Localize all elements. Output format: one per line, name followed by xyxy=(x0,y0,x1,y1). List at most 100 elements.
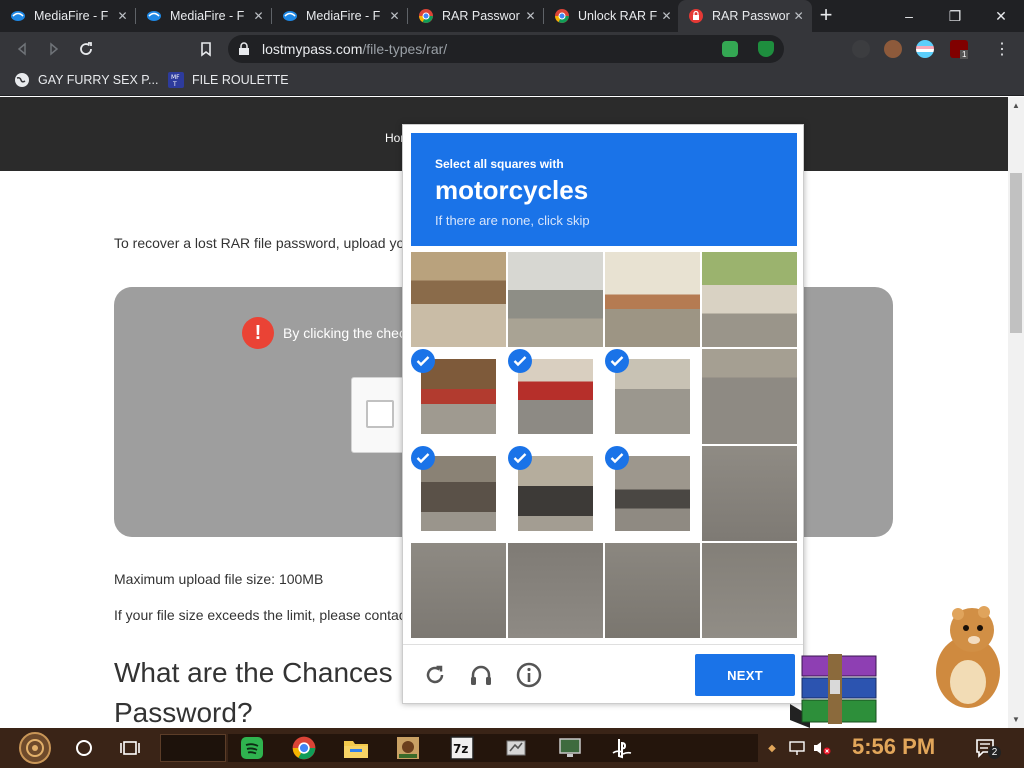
close-icon[interactable]: ✕ xyxy=(251,9,266,23)
tab-label: RAR Passwor xyxy=(712,9,790,23)
tab-label: MediaFire - F xyxy=(306,9,381,23)
checkmark-icon xyxy=(508,446,532,470)
captcha-tile[interactable] xyxy=(605,349,700,444)
hamster-icon[interactable] xyxy=(920,600,1010,710)
tab-mediafire-3[interactable]: MediaFire - F ✕ xyxy=(272,0,408,32)
captcha-tile[interactable] xyxy=(411,446,506,541)
captcha-tile[interactable] xyxy=(508,349,603,444)
volume-button[interactable] xyxy=(810,732,834,764)
checkmark-icon xyxy=(605,446,629,470)
scrollbar-thumb[interactable] xyxy=(1010,173,1022,333)
volume-muted-icon xyxy=(814,742,831,755)
playstation-button[interactable] xyxy=(606,732,638,764)
captcha-tile[interactable] xyxy=(411,252,506,347)
close-icon[interactable]: ✕ xyxy=(115,9,130,23)
lostmypass-icon xyxy=(689,9,703,23)
extension-puzzle-icon[interactable] xyxy=(852,40,870,58)
mediafire-icon xyxy=(11,11,25,21)
tool-button[interactable] xyxy=(500,732,532,764)
minimize-button[interactable]: – xyxy=(886,0,932,32)
reload-icon[interactable] xyxy=(421,661,449,689)
shield-icon[interactable] xyxy=(758,41,774,57)
captcha-tile[interactable] xyxy=(702,349,797,444)
audio-icon[interactable] xyxy=(467,661,495,689)
close-icon[interactable]: ✕ xyxy=(791,9,806,23)
page-scrollbar[interactable]: ▲ ▼ xyxy=(1008,97,1024,728)
avatar-extension-icon[interactable] xyxy=(884,40,902,58)
tile-image xyxy=(411,543,506,638)
tile-image xyxy=(605,543,700,638)
captcha-tile[interactable] xyxy=(411,543,506,638)
size-limit-note: If your file size exceeds the limit, ple… xyxy=(114,607,406,623)
flag-extension-icon[interactable] xyxy=(916,40,934,58)
captcha-tile[interactable] xyxy=(702,252,797,347)
info-icon[interactable] xyxy=(515,661,543,689)
close-icon[interactable]: ✕ xyxy=(523,9,538,23)
bookmark-icon xyxy=(201,42,211,57)
captcha-tile[interactable] xyxy=(411,349,506,444)
start-button[interactable] xyxy=(14,732,56,764)
captcha-tile[interactable] xyxy=(508,252,603,347)
taskbar-search-box[interactable] xyxy=(160,734,226,762)
scroll-up-icon[interactable]: ▲ xyxy=(1012,101,1020,110)
tile-image xyxy=(605,252,700,347)
captcha-tile[interactable] xyxy=(605,252,700,347)
next-button[interactable]: NEXT xyxy=(695,654,795,696)
restore-button[interactable]: ❐ xyxy=(932,0,978,32)
svg-text:T: T xyxy=(172,81,177,88)
scroll-down-icon[interactable]: ▼ xyxy=(1012,715,1020,724)
task-view-button[interactable] xyxy=(114,732,146,764)
tab-label: MediaFire - F xyxy=(34,9,109,23)
captcha-tile[interactable] xyxy=(702,543,797,638)
tile-image xyxy=(702,446,797,541)
bookmark-star-button[interactable] xyxy=(194,37,218,61)
tile-image xyxy=(615,359,690,434)
tab-mediafire-2[interactable]: MediaFire - F ✕ xyxy=(136,0,272,32)
browser-toolbar: lostmypass.com/file-types/rar/ 1 ⋮ xyxy=(0,32,1024,66)
captcha-tile[interactable] xyxy=(702,446,797,541)
forward-button[interactable] xyxy=(42,37,66,61)
bookmark-item[interactable]: GAY FURRY SEX P... xyxy=(14,72,158,88)
ublock-icon[interactable]: 1 xyxy=(950,40,969,59)
bookmark-item[interactable]: MF T FILE ROULETTE xyxy=(168,72,289,88)
close-icon[interactable]: ✕ xyxy=(659,9,674,23)
tab-rar-password-1[interactable]: RAR Passwor ✕ xyxy=(408,0,544,32)
close-icon[interactable]: ✕ xyxy=(387,9,402,23)
clock[interactable]: 5:56 PM xyxy=(852,734,935,760)
new-tab-button[interactable]: + xyxy=(814,4,838,28)
max-upload-size: Maximum upload file size: 100MB xyxy=(114,571,324,587)
intro-text: To recover a lost RAR file password, upl… xyxy=(114,235,413,251)
chrome-menu-button[interactable]: ⋮ xyxy=(990,37,1014,61)
ublock-badge: 1 xyxy=(960,50,969,59)
action-center-button[interactable]: 2 xyxy=(970,732,1002,764)
cortana-button[interactable] xyxy=(68,732,100,764)
tile-image xyxy=(421,456,496,531)
tile-image xyxy=(702,543,797,638)
captcha-tile[interactable] xyxy=(508,543,603,638)
spotify-icon xyxy=(241,737,263,759)
winrar-icon[interactable] xyxy=(790,650,882,728)
file-explorer-button[interactable] xyxy=(340,732,372,764)
spotify-button[interactable] xyxy=(236,732,268,764)
reload-button[interactable] xyxy=(74,37,98,61)
game-button[interactable] xyxy=(392,732,424,764)
back-button[interactable] xyxy=(10,37,34,61)
show-hidden-icons-button[interactable]: ◆ xyxy=(762,732,782,764)
recaptcha-checkbox[interactable] xyxy=(366,400,394,428)
captcha-tile[interactable] xyxy=(605,446,700,541)
close-window-button[interactable]: ✕ xyxy=(978,0,1024,32)
tab-unlock-rar[interactable]: Unlock RAR F ✕ xyxy=(544,0,680,32)
playstation-icon xyxy=(612,739,632,759)
monitor-button[interactable] xyxy=(554,732,586,764)
address-bar[interactable]: lostmypass.com/file-types/rar/ xyxy=(228,35,784,63)
tab-mediafire-1[interactable]: MediaFire - F ✕ xyxy=(0,0,136,32)
captcha-tile[interactable] xyxy=(508,446,603,541)
tab-rar-password-active[interactable]: RAR Passwor ✕ xyxy=(678,0,812,32)
google-keep-icon[interactable] xyxy=(722,41,738,57)
network-button[interactable] xyxy=(786,732,808,764)
url-text: lostmypass.com/file-types/rar/ xyxy=(262,41,447,57)
forward-arrow-icon xyxy=(50,42,59,56)
7zip-button[interactable]: 7z xyxy=(446,732,478,764)
captcha-tile[interactable] xyxy=(605,543,700,638)
chrome-button[interactable] xyxy=(288,732,320,764)
